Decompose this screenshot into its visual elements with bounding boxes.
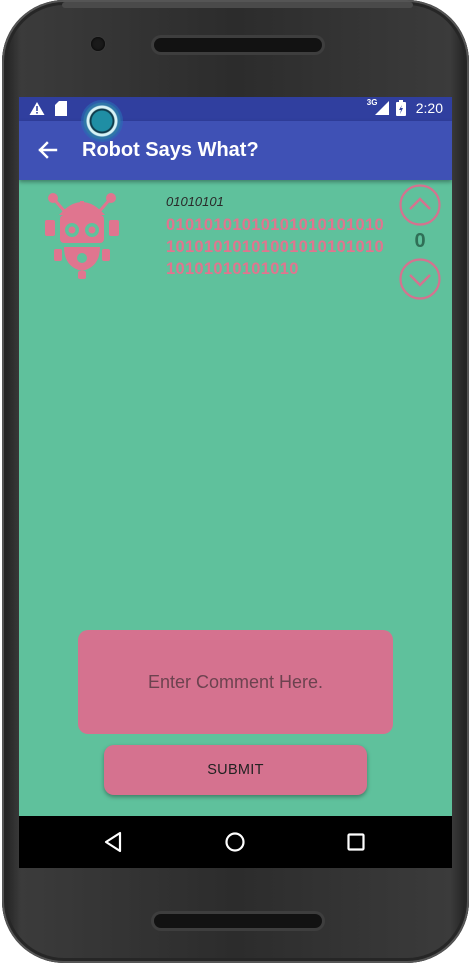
status-clock: 2:20	[415, 100, 443, 116]
signal-indicator: 3G	[366, 98, 390, 116]
app-title: Robot Says What?	[82, 139, 259, 161]
vote-count: 0	[414, 230, 426, 252]
nav-recents-icon[interactable]	[343, 829, 369, 855]
nav-back-icon[interactable]	[101, 829, 127, 855]
warning-icon	[29, 102, 45, 115]
navigation-bar	[19, 816, 452, 868]
comment-input[interactable]	[78, 630, 393, 734]
arrow-left-icon[interactable]	[35, 137, 61, 163]
sd-card-icon	[55, 101, 67, 116]
nav-home-icon[interactable]	[222, 829, 248, 855]
robot-icon	[45, 193, 119, 279]
battery-icon	[395, 100, 406, 116]
front-camera	[91, 37, 105, 51]
network-type-label: 3G	[366, 98, 378, 107]
chevron-down-circle-icon[interactable]	[399, 258, 441, 300]
chevron-up-circle-icon[interactable]	[399, 184, 441, 226]
device-screen: 3G 2:20 Robot Says What? 01010101 010101…	[19, 97, 452, 868]
top-speaker-grille	[154, 38, 322, 52]
phone-top-edge	[62, 2, 413, 8]
submit-button[interactable]: SUBMIT	[104, 745, 367, 795]
post-body: 0101010101010101010101010101010101001010…	[166, 216, 384, 278]
bottom-speaker-grille	[154, 914, 322, 928]
touch-indicator	[81, 100, 123, 142]
post-author: 01010101	[166, 194, 224, 209]
